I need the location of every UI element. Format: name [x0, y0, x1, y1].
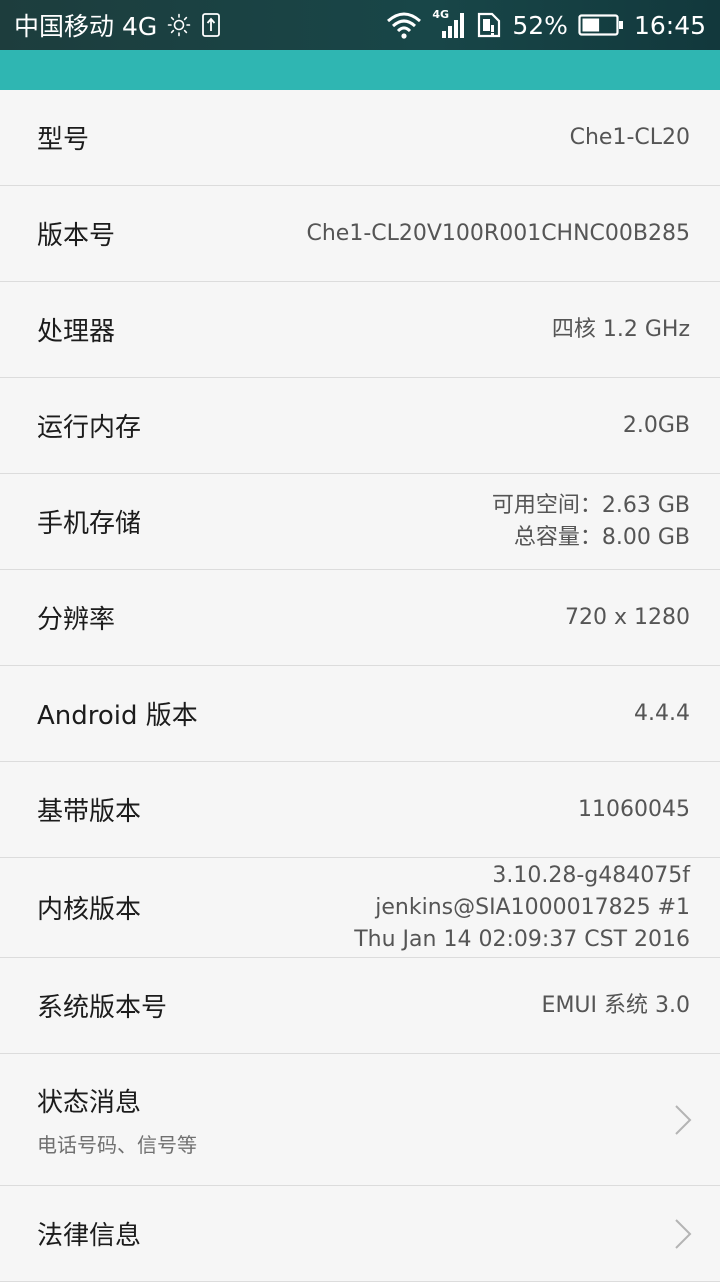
carrier-label: 中国移动 4G [14, 12, 158, 41]
kernel-line: jenkins@SIA1000017825 #1 [375, 894, 690, 920]
row-label: 处理器 [37, 317, 116, 347]
row-label: 分辨率 [37, 605, 116, 635]
row-value: 3.10.28-g484075f jenkins@SIA1000017825 #… [354, 860, 690, 956]
row-system-version: 系统版本号 EMUI 系统 3.0 [0, 958, 720, 1054]
row-model: 型号 Che1-CL20 [0, 90, 720, 186]
row-label: 状态消息 [37, 1087, 142, 1118]
usb-icon [201, 12, 221, 38]
kernel-line: Thu Jan 14 02:09:37 CST 2016 [354, 926, 690, 952]
row-ram: 运行内存 2.0GB [0, 378, 720, 474]
row-label: 基带版本 [37, 797, 142, 827]
status-bar-right: 4G 52% 16:45 [386, 9, 706, 41]
row-processor: 处理器 四核 1.2 GHz [0, 282, 720, 378]
signal-icon: 4G [432, 9, 466, 41]
row-value: EMUI 系统 3.0 [541, 992, 690, 1018]
row-label: 系统版本号 [37, 993, 168, 1023]
row-subtitle: 电话号码、信号等 [37, 1132, 197, 1157]
wifi-icon [386, 11, 422, 39]
brightness-icon [167, 13, 191, 37]
row-label: 法律信息 [37, 1221, 142, 1251]
row-storage: 手机存储 可用空间：2.63 GB 总容量：8.00 GB [0, 474, 720, 570]
row-kernel-version: 内核版本 3.10.28-g484075f jenkins@SIA1000017… [0, 858, 720, 958]
row-android-version[interactable]: Android 版本 4.4.4 [0, 666, 720, 762]
row-build-number[interactable]: 版本号 Che1-CL20V100R001CHNC00B285 [0, 186, 720, 282]
row-text: 状态消息 电话号码、信号等 [37, 1082, 197, 1158]
battery-percent: 52% [512, 10, 568, 40]
row-status-info[interactable]: 状态消息 电话号码、信号等 [0, 1054, 720, 1186]
row-value: Che1-CL20V100R001CHNC00B285 [306, 220, 690, 246]
battery-icon [578, 13, 624, 37]
chevron-right-icon [674, 1218, 692, 1250]
battery-fill [582, 18, 600, 32]
storage-available: 可用空间：2.63 GB [491, 492, 690, 518]
row-legal-info[interactable]: 法律信息 [0, 1186, 720, 1282]
row-baseband-version: 基带版本 11060045 [0, 762, 720, 858]
row-label: 运行内存 [37, 413, 142, 443]
row-resolution: 分辨率 720 x 1280 [0, 570, 720, 666]
action-bar [0, 50, 720, 90]
row-value: 11060045 [578, 796, 690, 822]
status-bar-left: 中国移动 4G [14, 7, 231, 43]
row-label: 内核版本 [37, 895, 142, 925]
row-label: 手机存储 [37, 509, 142, 539]
row-value: 四核 1.2 GHz [551, 316, 690, 342]
clock: 16:45 [633, 10, 706, 40]
chevron-right-icon [674, 1104, 692, 1136]
row-value: 2.0GB [622, 412, 690, 438]
row-value: Che1-CL20 [569, 124, 690, 150]
about-phone-list: 型号 Che1-CL20 版本号 Che1-CL20V100R001CHNC00… [0, 90, 720, 1282]
sim-alert-icon [476, 11, 502, 39]
row-label: 版本号 [37, 221, 116, 251]
row-value: 720 x 1280 [565, 604, 690, 630]
status-bar: 中国移动 4G 4G 52% 16:45 [0, 0, 720, 50]
kernel-line: 3.10.28-g484075f [492, 862, 690, 888]
row-value: 可用空间：2.63 GB 总容量：8.00 GB [492, 490, 690, 554]
row-label: 型号 [37, 125, 90, 155]
row-label: Android 版本 [37, 701, 198, 731]
row-value: 4.4.4 [634, 700, 690, 726]
storage-total: 总容量：8.00 GB [513, 524, 690, 550]
